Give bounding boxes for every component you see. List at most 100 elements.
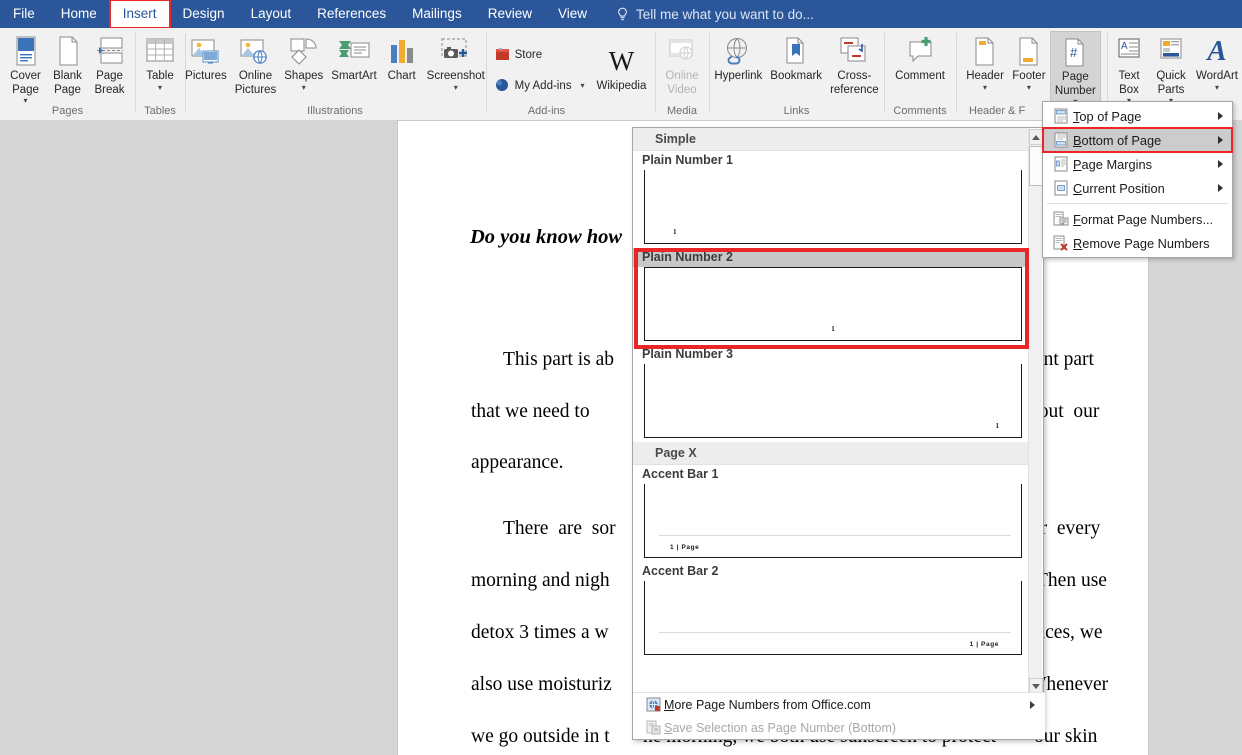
wordart-button[interactable]: A WordArt ▾: [1192, 31, 1242, 92]
ribbon-group-tables: Table ▾ Tables: [136, 28, 184, 121]
save-selection-icon: [642, 720, 664, 735]
ribbon-group-links-label: Links: [710, 104, 883, 118]
cover-page-button[interactable]: Cover Page ▾: [5, 31, 47, 105]
wikipedia-label: Wikipedia: [597, 80, 647, 94]
document-paragraph: we go outside in t: [471, 726, 610, 748]
table-button[interactable]: Table ▾: [139, 31, 181, 92]
gallery-item-plain-number-2[interactable]: Plain Number 2 1: [633, 248, 1030, 341]
menu-item-bottom-of-page[interactable]: Bottom of Page: [1043, 128, 1232, 152]
save-selection-as-page-number-command: Save Selection as Page Number (Bottom): [633, 716, 1045, 739]
screenshot-icon: [438, 34, 474, 68]
tab-review[interactable]: Review: [475, 0, 545, 28]
scroll-up-arrow-icon[interactable]: [1029, 129, 1043, 145]
page-break-icon: [95, 34, 125, 68]
tab-insert[interactable]: Insert: [110, 0, 170, 28]
smartart-button[interactable]: SmartArt: [327, 31, 380, 84]
bookmark-button[interactable]: Bookmark: [766, 31, 826, 84]
hyperlink-label: Hyperlink: [714, 70, 762, 84]
tell-me-box[interactable]: Tell me what you want to do...: [616, 7, 814, 22]
quick-parts-button[interactable]: Quick Parts ▾: [1150, 31, 1192, 105]
page-number-button[interactable]: # Page Number ▾: [1050, 31, 1101, 107]
page-number-dropdown-menu[interactable]: Top of Page Bottom of Page Page Margins …: [1042, 101, 1233, 258]
ribbon-group-media: Online Video Media: [656, 28, 708, 121]
gallery-item-plain-number-3[interactable]: Plain Number 3 1: [633, 345, 1030, 438]
chart-button[interactable]: Chart: [381, 31, 423, 84]
page-number-bottom-icon: [1049, 132, 1073, 148]
page-number-top-icon: [1049, 108, 1073, 124]
scrollbar-thumb[interactable]: [1029, 146, 1043, 186]
store-button[interactable]: Store: [491, 44, 589, 67]
gallery-scroll-region[interactable]: Simple Plain Number 1 1 Plain Number 2 1…: [633, 128, 1030, 693]
menu-item-remove-page-numbers[interactable]: Remove Page Numbers: [1043, 231, 1232, 255]
menu-item-top-of-page[interactable]: Top of Page: [1043, 104, 1232, 128]
online-video-button[interactable]: Online Video: [661, 31, 703, 97]
tab-design[interactable]: Design: [170, 0, 238, 28]
header-icon: [971, 34, 999, 68]
chevron-down-icon[interactable]: ▾: [983, 84, 987, 92]
tab-mailings[interactable]: Mailings: [399, 0, 475, 28]
preview-page-number: 1: [673, 228, 677, 236]
preview-page-number: 1: [996, 422, 1000, 430]
remove-page-numbers-icon: [1049, 235, 1073, 251]
new-comment-button[interactable]: Comment: [891, 31, 949, 84]
pictures-icon: [190, 34, 222, 68]
cover-page-icon: [13, 34, 39, 68]
hyperlink-button[interactable]: Hyperlink: [710, 31, 766, 84]
ribbon-group-addins-label: Add-ins: [487, 104, 654, 118]
wordart-icon: A: [1207, 34, 1226, 68]
gallery-item-accent-bar-1[interactable]: Accent Bar 1 1 | Page: [633, 465, 1030, 558]
current-position-accesskey: C: [1073, 181, 1082, 196]
header-button[interactable]: Header ▾: [962, 31, 1008, 92]
gallery-item-plain-number-1[interactable]: Plain Number 1 1: [633, 151, 1030, 244]
save-selection-label-rest: ave Selection as Page Number (Bottom): [672, 721, 896, 735]
new-comment-label: Comment: [895, 70, 945, 84]
pictures-button[interactable]: Pictures: [181, 31, 231, 84]
quick-parts-icon: [1157, 34, 1185, 68]
page-break-button[interactable]: Page Break: [89, 31, 131, 97]
hyperlink-icon: [722, 34, 754, 68]
chevron-down-icon[interactable]: ▾: [158, 84, 162, 92]
footer-icon: [1015, 34, 1043, 68]
my-addins-button[interactable]: My Add-ins ▾: [491, 75, 589, 98]
tab-references[interactable]: References: [304, 0, 399, 28]
chevron-down-icon[interactable]: ▾: [581, 82, 585, 90]
smartart-label: SmartArt: [331, 70, 376, 84]
chart-icon: [387, 34, 417, 68]
page-margins-label-rest: age Margins: [1082, 157, 1152, 172]
page-number-gallery[interactable]: Simple Plain Number 1 1 Plain Number 2 1…: [632, 127, 1044, 740]
preview-page-number: 1 | Page: [670, 544, 699, 551]
text-box-label: Text Box: [1118, 70, 1139, 97]
shapes-button[interactable]: Shapes ▾: [280, 31, 327, 92]
wikipedia-button[interactable]: W Wikipedia: [593, 41, 651, 94]
bottom-of-page-accesskey: B: [1073, 133, 1082, 148]
tell-me-label: Tell me what you want to do...: [636, 7, 814, 22]
cross-reference-button[interactable]: Cross- reference: [826, 31, 883, 97]
gallery-scrollbar[interactable]: [1028, 129, 1042, 694]
menu-item-page-margins[interactable]: Page Margins: [1043, 152, 1232, 176]
text-box-button[interactable]: A Text Box ▾: [1108, 31, 1150, 105]
gallery-item-accent-bar-2[interactable]: Accent Bar 2 1 | Page: [633, 562, 1030, 655]
tab-layout[interactable]: Layout: [238, 0, 305, 28]
footer-button[interactable]: Footer ▾: [1008, 31, 1050, 92]
online-pictures-button[interactable]: Online Pictures: [231, 31, 281, 97]
document-paragraph: also use moisturiz: [471, 674, 612, 696]
quick-parts-label: Quick Parts: [1156, 70, 1185, 97]
chevron-down-icon[interactable]: ▾: [1215, 84, 1219, 92]
tab-file[interactable]: File: [0, 0, 48, 28]
ribbon-group-tables-label: Tables: [136, 104, 184, 118]
chevron-down-icon[interactable]: ▾: [454, 84, 458, 92]
chevron-down-icon[interactable]: ▾: [1027, 84, 1031, 92]
menu-item-format-page-numbers[interactable]: Format Page Numbers...: [1043, 207, 1232, 231]
menu-item-current-position[interactable]: Current Position: [1043, 176, 1232, 200]
tab-view[interactable]: View: [545, 0, 600, 28]
blank-page-button[interactable]: Blank Page: [47, 31, 89, 97]
submenu-arrow-icon: [1218, 112, 1223, 120]
chevron-down-icon[interactable]: ▾: [302, 84, 306, 92]
screenshot-button[interactable]: Screenshot ▾: [423, 31, 489, 92]
more-page-numbers-from-office-command[interactable]: More Page Numbers from Office.com: [633, 693, 1045, 716]
wordart-label: WordArt: [1196, 70, 1238, 84]
ribbon-group-media-label: Media: [656, 104, 708, 118]
gallery-item-label: Accent Bar 1: [633, 465, 1030, 484]
ribbon-group-comments-label: Comments: [885, 104, 955, 118]
tab-home[interactable]: Home: [48, 0, 110, 28]
